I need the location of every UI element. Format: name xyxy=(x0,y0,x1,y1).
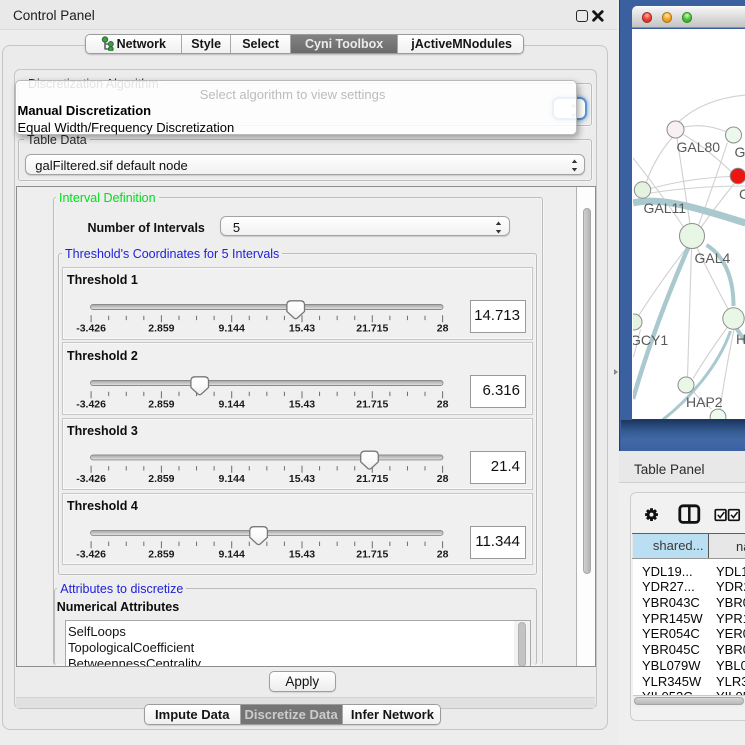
svg-text:GAL4: GAL4 xyxy=(694,250,730,266)
svg-text:GAL11: GAL11 xyxy=(643,200,686,216)
svg-text:CDC: CDC xyxy=(739,186,745,202)
svg-text:GAL3: GAL3 xyxy=(734,144,745,160)
svg-text:HAP2: HAP2 xyxy=(686,394,723,410)
svg-text:GCY1: GCY1 xyxy=(633,332,668,348)
svg-text:GAL80: GAL80 xyxy=(676,139,720,155)
svg-text:HIS: HIS xyxy=(736,331,745,347)
